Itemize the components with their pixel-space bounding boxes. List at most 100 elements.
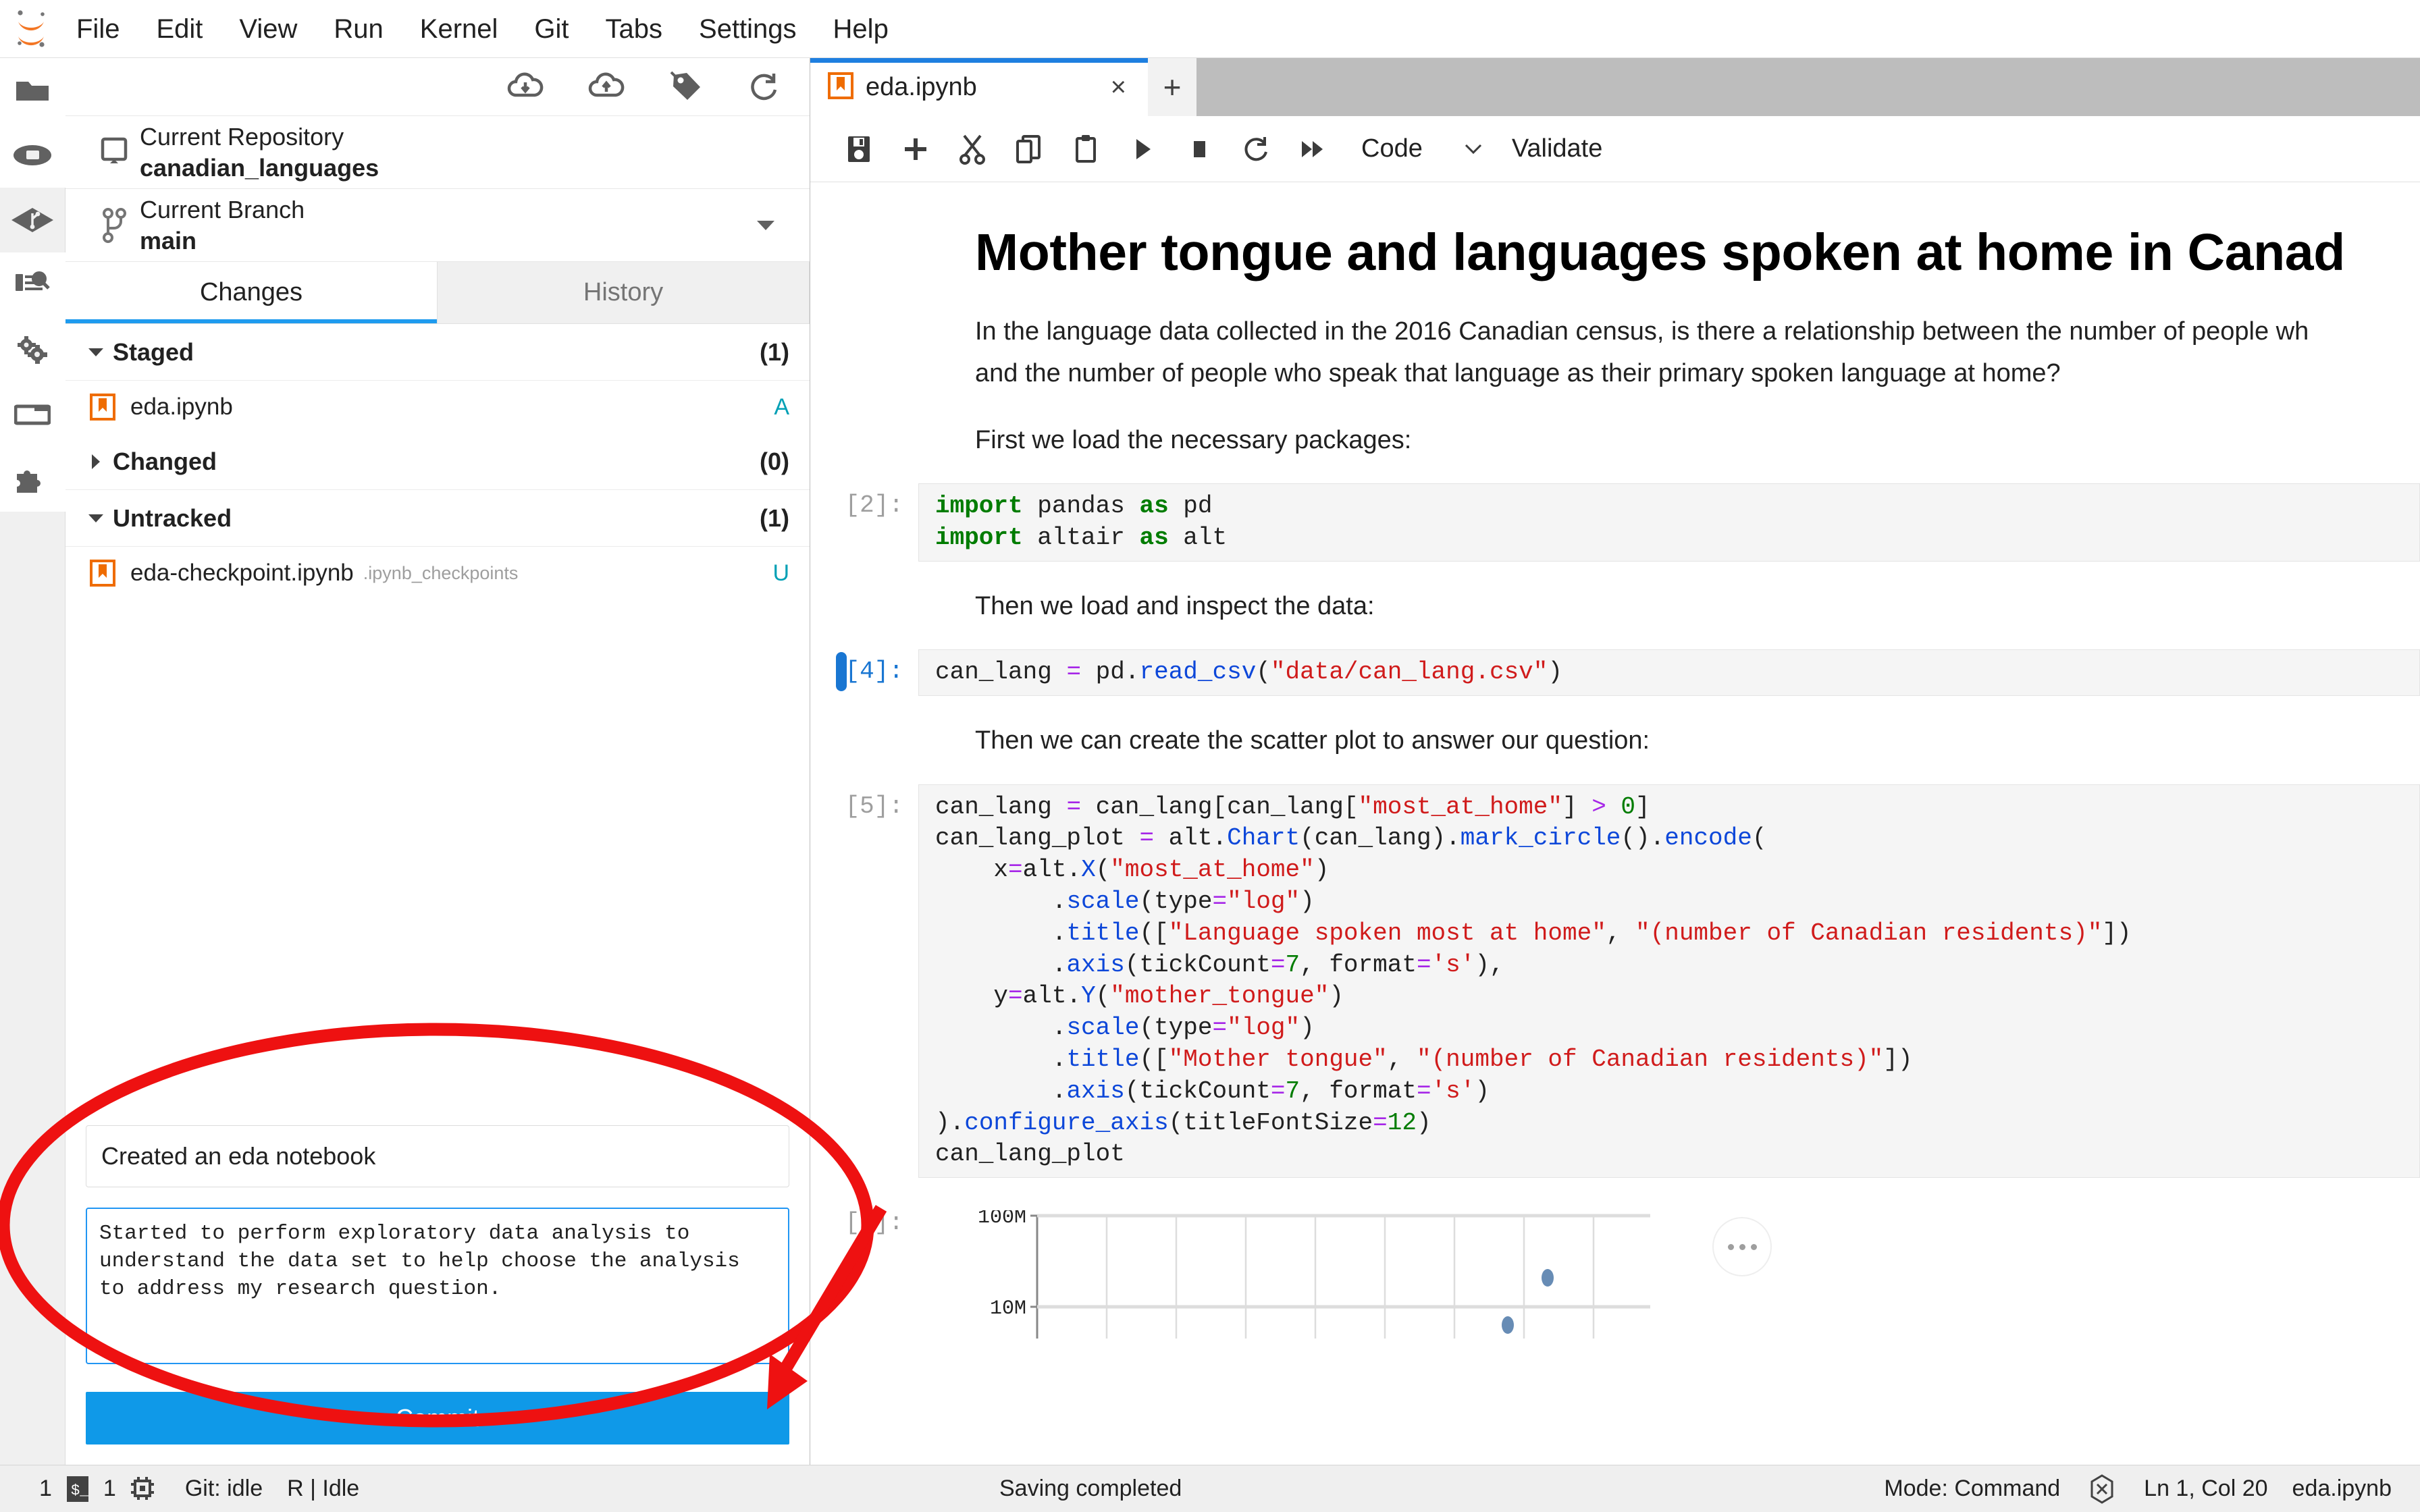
- git-toolbar: [65, 58, 810, 116]
- code-editor[interactable]: can_lang = can_lang[can_lang["most_at_ho…: [918, 784, 2420, 1179]
- tab-label: eda.ipynb: [866, 73, 977, 102]
- file-status-badge: U: [772, 560, 789, 587]
- file-name: eda.ipynb: [130, 394, 233, 421]
- tab-changes[interactable]: Changes: [65, 262, 438, 323]
- restart-run-all-button[interactable]: [1284, 116, 1341, 182]
- cell-output: [5]:: [810, 1201, 2420, 1339]
- notebook-icon: [828, 72, 853, 103]
- markdown-paragraph-line: Then we can create the scatter plot to a…: [810, 723, 2420, 758]
- kernel-status-text[interactable]: R | Idle: [287, 1476, 359, 1502]
- refresh-icon: [747, 71, 780, 103]
- git-tag-button[interactable]: [669, 70, 703, 104]
- section-header-staged[interactable]: Staged (1): [65, 324, 810, 381]
- sidebar-item-search-inspector[interactable]: [0, 252, 65, 317]
- close-icon[interactable]: ×: [1107, 74, 1130, 101]
- sidebar-item-file-browser[interactable]: [0, 58, 65, 123]
- code-editor[interactable]: can_lang = pd.read_csv("data/can_lang.cs…: [918, 649, 2420, 696]
- cloud-download-icon: [507, 72, 544, 102]
- git-panel: Current Repository canadian_languages Cu…: [65, 58, 810, 1465]
- restart-icon: [1241, 134, 1271, 164]
- notebook-cells: Mother tongue and languages spoken at ho…: [810, 182, 2420, 1339]
- fast-forward-icon: [1298, 135, 1327, 163]
- branch-icon: [88, 207, 140, 244]
- menu-run[interactable]: Run: [315, 0, 401, 58]
- terminal-icon[interactable]: $_: [64, 1474, 91, 1505]
- tab-eda-notebook[interactable]: eda.ipynb ×: [810, 58, 1148, 116]
- data-point: [1502, 1316, 1514, 1334]
- cursor-position-text: Ln 1, Col 20: [2144, 1476, 2267, 1502]
- git-current-repository[interactable]: Current Repository canadian_languages: [65, 116, 810, 189]
- cell-type-value: Code: [1361, 134, 1423, 163]
- git-push-button[interactable]: [588, 72, 625, 102]
- chevron-down-icon: [1465, 144, 1482, 154]
- copy-button[interactable]: [1001, 116, 1057, 182]
- cell-type-select[interactable]: Code: [1361, 134, 1482, 163]
- code-source: import pandas as pd import altair as alt: [935, 491, 2403, 554]
- chevron-down-icon: [86, 514, 106, 522]
- main-dock-area: eda.ipynb × +: [810, 58, 2420, 1465]
- code-cell-active[interactable]: [4]: can_lang = pd.read_csv("data/can_la…: [810, 649, 2420, 696]
- code-source: can_lang = pd.read_csv("data/can_lang.cs…: [935, 657, 2403, 688]
- section-header-untracked[interactable]: Untracked (1): [65, 490, 810, 547]
- save-button[interactable]: [831, 116, 887, 182]
- cpu-chip-icon[interactable]: [128, 1474, 157, 1504]
- list-item[interactable]: eda.ipynb A: [65, 381, 810, 433]
- notebook-scroll-container[interactable]: Mother tongue and languages spoken at ho…: [810, 182, 2420, 1465]
- new-tab-button[interactable]: +: [1148, 58, 1196, 116]
- cut-button[interactable]: [944, 116, 1001, 182]
- restart-button[interactable]: [1228, 116, 1284, 182]
- code-editor[interactable]: import pandas as pd import altair as alt: [918, 483, 2420, 562]
- cell-prompt: [4]:: [810, 649, 918, 685]
- menu-bar: File Edit View Run Kernel Git Tabs Setti…: [0, 0, 2420, 58]
- sidebar-item-git[interactable]: [0, 188, 65, 252]
- commit-area: Started to perform exploratory data anal…: [65, 1110, 810, 1465]
- save-status-text: Saving completed: [999, 1476, 1182, 1502]
- menu-tabs[interactable]: Tabs: [587, 0, 681, 58]
- sidebar-item-extension-settings[interactable]: [0, 317, 65, 382]
- menu-view[interactable]: View: [221, 0, 315, 58]
- code-cell[interactable]: [5]: can_lang = can_lang[can_lang["most_…: [810, 784, 2420, 1179]
- branch-name: main: [140, 227, 305, 254]
- cell-prompt: [2]:: [810, 483, 918, 519]
- interrupt-button[interactable]: [1171, 116, 1228, 182]
- status-bar: 1 $_ 1: [0, 1465, 2420, 1512]
- menu-git[interactable]: Git: [516, 0, 587, 58]
- menu-edit[interactable]: Edit: [138, 0, 221, 58]
- git-current-branch[interactable]: Current Branch main: [65, 189, 810, 262]
- paste-button[interactable]: [1057, 116, 1114, 182]
- chevron-down-icon[interactable]: [757, 221, 774, 230]
- notebook-icon: [90, 560, 120, 587]
- altair-chart-output[interactable]: 100M 10M: [918, 1201, 2420, 1339]
- validate-button[interactable]: Validate: [1512, 134, 1603, 163]
- tab-history[interactable]: History: [438, 262, 810, 323]
- section-header-changed[interactable]: Changed (0): [65, 433, 810, 490]
- menu-settings[interactable]: Settings: [681, 0, 815, 58]
- commit-button[interactable]: Commit: [86, 1392, 789, 1444]
- sidebar-item-running-sessions[interactable]: [0, 123, 65, 188]
- menu-help[interactable]: Help: [815, 0, 907, 58]
- commit-summary-input[interactable]: [86, 1125, 789, 1187]
- git-refresh-button[interactable]: [747, 71, 780, 103]
- branch-label: Current Branch: [140, 196, 305, 223]
- circle-x-icon[interactable]: [2088, 1474, 2115, 1505]
- sidebar-item-extension-manager[interactable]: [0, 447, 65, 512]
- copy-icon: [1015, 134, 1043, 165]
- scatter-plot: 100M 10M: [975, 1210, 1677, 1339]
- tabs-icon: [14, 404, 51, 425]
- run-button[interactable]: [1114, 116, 1171, 182]
- sidebar-item-open-tabs[interactable]: [0, 382, 65, 447]
- code-cell[interactable]: [2]: import pandas as pd import altair a…: [810, 483, 2420, 562]
- ytick-label-100M: 100M: [978, 1210, 1026, 1229]
- git-pull-button[interactable]: [507, 72, 544, 102]
- list-item[interactable]: eda-checkpoint.ipynb .ipynb_checkpoints …: [65, 547, 810, 599]
- gears-icon: [15, 335, 50, 364]
- section-title-untracked: Untracked: [113, 504, 232, 533]
- commit-description-input[interactable]: Started to perform exploratory data anal…: [86, 1208, 789, 1364]
- menu-file[interactable]: File: [58, 0, 138, 58]
- file-name: eda-checkpoint.ipynb: [130, 560, 354, 587]
- git-changes-list: Staged (1) eda.ipynb A Changed (0): [65, 324, 810, 1110]
- menu-kernel[interactable]: Kernel: [402, 0, 517, 58]
- output-collapser-menu-icon[interactable]: [1712, 1217, 1772, 1276]
- puzzle-piece-icon: [14, 464, 51, 494]
- insert-cell-button[interactable]: [887, 116, 944, 182]
